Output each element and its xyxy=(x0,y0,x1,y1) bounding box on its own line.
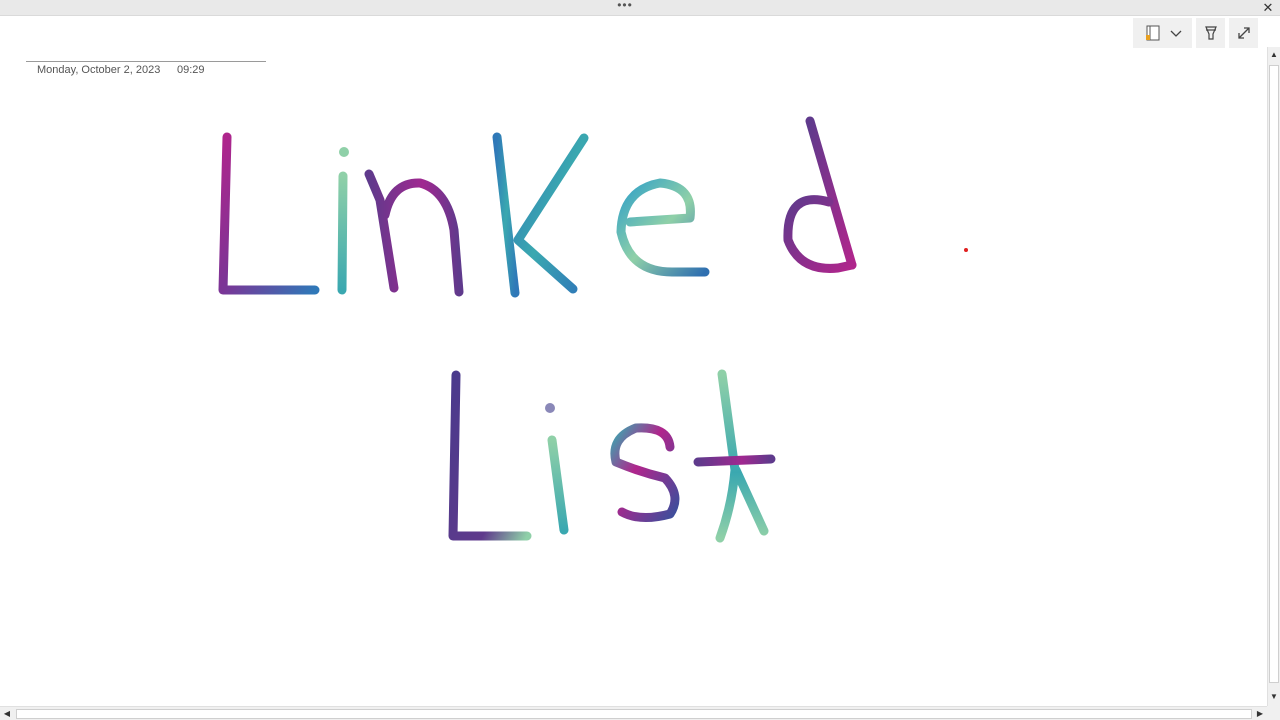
vertical-scrollbar[interactable]: ▲ ▼ xyxy=(1267,47,1280,706)
handwriting-linked xyxy=(218,116,857,298)
ink-stroke-i xyxy=(337,171,348,295)
scroll-left-arrow-icon[interactable]: ◀ xyxy=(1,708,13,720)
ink-stroke-i2 xyxy=(547,435,569,535)
horizontal-scrollbar[interactable]: ◀ ▶ xyxy=(0,706,1267,720)
ink-dot-i2 xyxy=(545,403,555,413)
ink-stroke-L xyxy=(218,132,320,295)
scroll-up-arrow-icon[interactable]: ▲ xyxy=(1268,49,1280,61)
ink-stroke-K-stem xyxy=(492,132,520,298)
horizontal-scroll-thumb[interactable] xyxy=(16,709,1252,719)
ink-dot-i xyxy=(339,147,349,157)
ink-stroke-e xyxy=(616,178,710,277)
ink-stroke-L2 xyxy=(448,370,532,541)
scroll-right-arrow-icon[interactable]: ▶ xyxy=(1254,708,1266,720)
ink-stroke-n xyxy=(364,169,464,297)
ink-stroke-s xyxy=(610,423,680,522)
ink-stroke-d-stem xyxy=(805,116,857,270)
vertical-scroll-thumb[interactable] xyxy=(1269,65,1279,683)
scrollbar-corner xyxy=(1267,706,1280,720)
handwriting-list xyxy=(448,369,776,543)
ink-stroke-K-arm xyxy=(513,133,589,294)
scroll-down-arrow-icon[interactable]: ▼ xyxy=(1268,691,1280,703)
ink-canvas[interactable] xyxy=(0,0,1267,706)
ink-stroke-t-cross xyxy=(693,454,776,467)
red-ink-dot xyxy=(964,248,968,252)
